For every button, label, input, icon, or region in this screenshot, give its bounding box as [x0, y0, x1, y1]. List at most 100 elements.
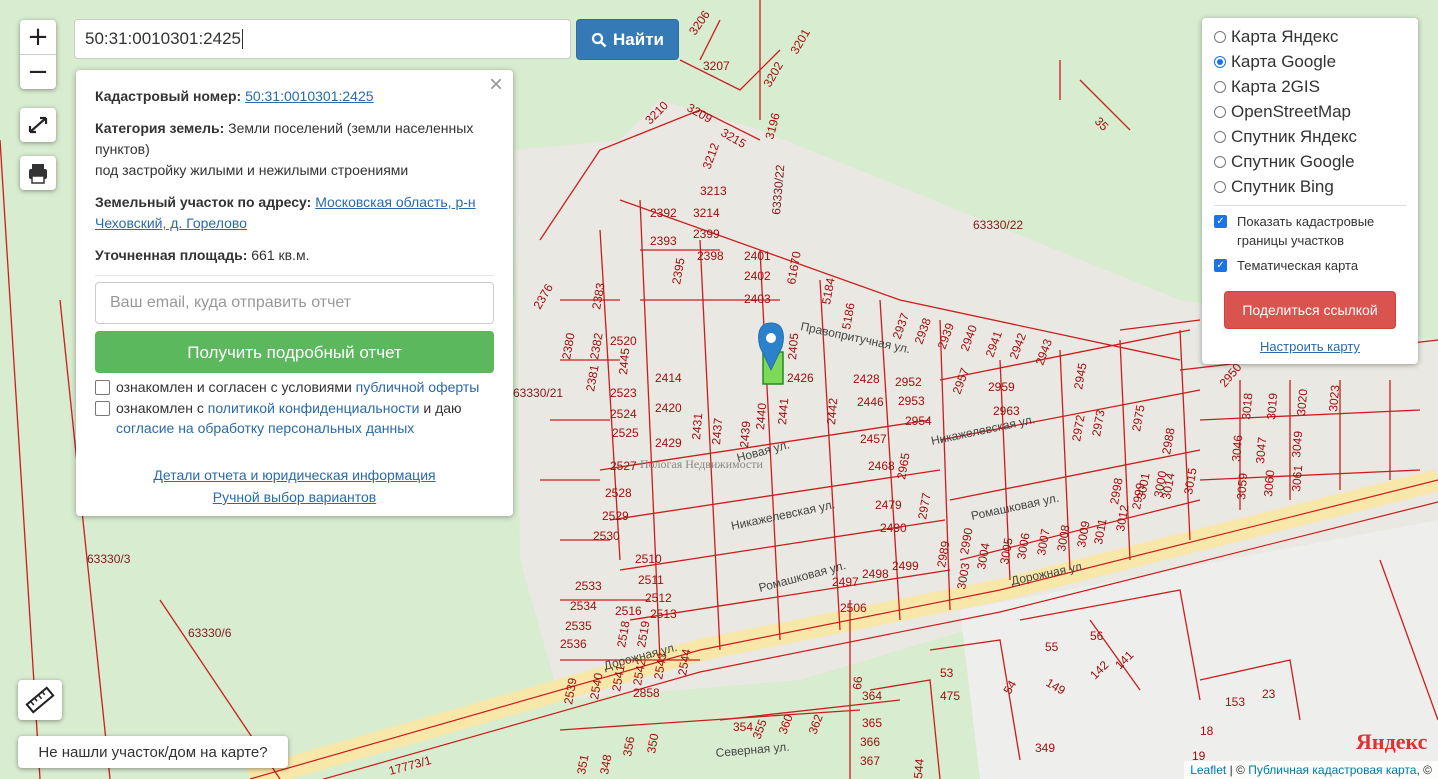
print-button[interactable]: [20, 156, 56, 190]
share-link-button[interactable]: Поделиться ссылкой: [1224, 291, 1396, 329]
layer-option-yandex-map[interactable]: Карта Яндекс: [1214, 24, 1406, 49]
radio-button[interactable]: [1214, 30, 1226, 43]
parcel-label: 3214: [693, 206, 720, 220]
parcel-label: 2399: [693, 227, 720, 241]
close-icon[interactable]: ×: [489, 73, 503, 97]
parcel-label: 2490: [880, 521, 907, 535]
search-button[interactable]: Найти: [576, 19, 679, 60]
attribution-separator: | ©: [1226, 763, 1249, 777]
zoom-in-button[interactable]: +: [20, 20, 56, 54]
privacy-policy-link[interactable]: политикой конфиденциальности: [208, 400, 420, 416]
parcel-label: 3060: [1261, 469, 1277, 497]
parcel-label: 2499: [892, 559, 919, 573]
parcel-label: 2446: [857, 395, 884, 409]
radio-button-selected[interactable]: [1214, 55, 1226, 68]
checkmark-icon[interactable]: ✓: [1214, 215, 1227, 228]
parcel-label: 2402: [744, 269, 771, 283]
print-icon: [29, 164, 47, 184]
checkmark-icon[interactable]: ✓: [1214, 259, 1227, 272]
layer-option-google-map[interactable]: Карта Google: [1214, 49, 1406, 74]
parcel-label: 23: [1262, 687, 1276, 701]
parcel-label: 2506: [840, 601, 867, 615]
parcel-label: 3047: [1253, 436, 1269, 464]
parcel-label: 2513: [650, 607, 677, 621]
parcel-label: 2420: [655, 401, 682, 415]
parcel-label: 3023: [1326, 384, 1342, 412]
parcel-label: 2393: [650, 234, 677, 248]
layer-option-label: Карта Яндекс: [1231, 26, 1339, 46]
parcel-label: 2405: [785, 332, 801, 360]
layer-option-2gis-map[interactable]: Карта 2GIS: [1214, 74, 1406, 99]
ruler-button[interactable]: [18, 680, 62, 720]
configure-map-link[interactable]: Настроить карту: [1214, 339, 1406, 354]
parcel-info-panel: × Кадастровый номер: 50:31:0010301:2425 …: [76, 70, 513, 516]
parcel-label: 3049: [1289, 430, 1305, 458]
fullscreen-button[interactable]: [20, 108, 56, 142]
parcel-label: 2437: [709, 417, 725, 445]
offer-agreement-checkbox[interactable]: [95, 380, 110, 395]
radio-button[interactable]: [1214, 80, 1226, 93]
parcel-label: 349: [1035, 741, 1055, 755]
parcel-label: 2498: [862, 567, 889, 581]
privacy-agreement-checkbox[interactable]: [95, 401, 110, 416]
layer-option-google-satellite[interactable]: Спутник Google: [1214, 149, 1406, 174]
parcel-label: 2439: [737, 420, 753, 448]
parcel-label: 2528: [605, 486, 632, 500]
parcel-label: 366: [860, 735, 880, 749]
layer-option-osm[interactable]: OpenStreetMap: [1214, 99, 1406, 124]
pkk-link[interactable]: Публичная кадастровая карта: [1248, 763, 1416, 777]
parcel-label: 2959: [988, 380, 1015, 394]
ruler-icon: [25, 686, 55, 714]
radio-button[interactable]: [1214, 130, 1226, 143]
layer-option-label: Спутник Google: [1231, 151, 1355, 171]
public-offer-link[interactable]: публичной оферты: [356, 379, 480, 395]
parcel-label: 2533: [575, 579, 602, 593]
watermark: Пологая Недвижимости: [640, 457, 763, 471]
parcel-label: 3213: [700, 184, 727, 198]
parcel-label: 3018: [1239, 392, 1255, 420]
parcel-label: 2534: [570, 599, 597, 613]
parcel-label: 2536: [560, 637, 587, 651]
parcel-label: 2516: [615, 604, 642, 618]
layer-option-label: Карта 2GIS: [1231, 76, 1320, 96]
parcel-label: 2497: [832, 575, 859, 589]
zoom-out-button[interactable]: −: [20, 54, 56, 89]
land-category-row: Категория земель: Земли поселений (земли…: [95, 118, 494, 181]
parcel-label: 2510: [635, 552, 662, 566]
area-row: Уточненная площадь: 661 кв.м.: [95, 245, 494, 266]
parcel-label: 2401: [744, 249, 771, 263]
parcel-label: 2468: [868, 459, 895, 473]
manual-selection-link[interactable]: Ручной выбор вариантов: [213, 489, 377, 505]
search-input-value: 50:31:0010301:2425: [85, 29, 241, 48]
parcel-label: 2442: [824, 397, 840, 425]
email-input[interactable]: Ваш email, куда отправить отчет: [95, 282, 494, 324]
not-found-button[interactable]: Не нашли участок/дом на карте?: [18, 736, 288, 768]
parcel-label: 2520: [610, 334, 637, 348]
search-icon: [591, 32, 607, 47]
search-input[interactable]: 50:31:0010301:2425: [74, 19, 571, 59]
leaflet-link[interactable]: Leaflet: [1190, 763, 1226, 777]
get-report-button[interactable]: Получить подробный отчет: [95, 331, 494, 373]
cadastral-borders-toggle[interactable]: ✓ Показать кадастровые границы участков: [1214, 212, 1406, 250]
parcel-label: 367: [860, 754, 880, 768]
parcel-label: 3059: [1234, 472, 1250, 500]
attribution: Leaflet | © Публичная кадастровая карта,…: [1184, 761, 1438, 779]
divider: [95, 275, 494, 276]
report-details-link[interactable]: Детали отчета и юридическая информация: [153, 467, 435, 483]
parcel-label: 2511: [638, 573, 664, 587]
parcel-label: 2512: [645, 591, 672, 605]
radio-button[interactable]: [1214, 180, 1226, 193]
radio-button[interactable]: [1214, 105, 1226, 118]
divider: [1214, 205, 1406, 206]
parcel-label: 2429: [655, 436, 682, 450]
layer-option-bing-satellite[interactable]: Спутник Bing: [1214, 174, 1406, 199]
cadastral-number-link[interactable]: 50:31:0010301:2425: [245, 88, 373, 104]
panel-links: Детали отчета и юридическая информация Р…: [95, 464, 494, 508]
parcel-label: 2952: [895, 375, 922, 389]
radio-button[interactable]: [1214, 155, 1226, 168]
layer-option-yandex-satellite[interactable]: Спутник Яндекс: [1214, 124, 1406, 149]
thematic-map-toggle[interactable]: ✓ Тематическая карта: [1214, 256, 1406, 275]
parcel-label: 475: [940, 689, 960, 703]
personal-data-consent-link[interactable]: согласие на обработку персональных данны…: [116, 420, 414, 436]
cadastral-number-label: Кадастровый номер:: [95, 88, 242, 104]
